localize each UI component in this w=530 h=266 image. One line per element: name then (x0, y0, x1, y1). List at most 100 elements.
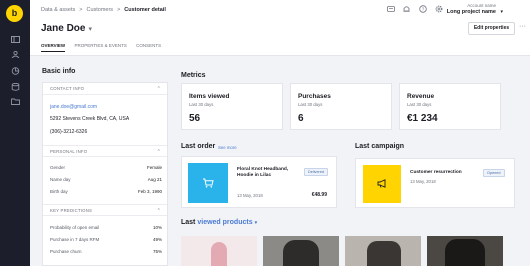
edit-properties-button[interactable]: Edit properties (468, 22, 515, 35)
metric-period: Last 30 days (189, 102, 214, 107)
chart-icon[interactable] (9, 67, 21, 76)
app-logo[interactable]: b (6, 5, 23, 22)
see-more-link[interactable]: See more (218, 145, 237, 150)
section-title-last-campaign: Last campaign (355, 143, 405, 150)
product-photo (283, 240, 319, 266)
tab-consents[interactable]: CONSENTS (136, 43, 161, 51)
info-row: Birth day Feb 3, 1990 (50, 189, 162, 194)
section-label: KEY PREDICTIONS (50, 208, 93, 213)
section-title-last-viewed[interactable]: Last viewed products ▾ (181, 219, 257, 226)
product-photo (367, 241, 401, 266)
last-order-card[interactable]: Floral Knot Headband, Hoodie in Lilac De… (181, 156, 337, 208)
metric-period: Last 30 days (407, 102, 432, 107)
product-photo (445, 239, 485, 266)
prediction-row: Purchase churn 75% (50, 249, 162, 254)
chevron-down-icon[interactable]: ▾ (500, 9, 503, 15)
order-date: 13 May, 2018 (237, 193, 263, 198)
folder-icon[interactable] (9, 98, 21, 107)
megaphone-icon (363, 165, 401, 203)
section-title-basic-info: Basic info (42, 68, 76, 75)
metric-label: Items viewed (189, 93, 230, 100)
metric-label: Purchases (298, 93, 331, 100)
info-row: Gender Female (50, 165, 162, 170)
chevron-down-icon[interactable]: ▾ (255, 220, 258, 226)
prediction-row: Purchase in 7 days RFM 49% (50, 237, 162, 242)
breadcrumb-item[interactable]: Data & assets (41, 7, 75, 13)
product-thumbnail[interactable] (427, 236, 503, 266)
section-title-last-order: Last order (181, 143, 216, 150)
database-icon[interactable] (9, 82, 21, 92)
shopping-cart-icon (188, 163, 228, 203)
tab-overview[interactable]: OVERVIEW (41, 43, 66, 52)
bell-icon[interactable] (402, 5, 412, 15)
users-icon[interactable] (9, 50, 21, 60)
breadcrumb-item[interactable]: Customers (86, 7, 113, 13)
status-badge: Delivered (304, 168, 329, 176)
metric-value: 6 (298, 113, 304, 124)
chevron-up-icon[interactable]: ⌃ (157, 205, 161, 217)
last-campaign-card[interactable]: Customer resurrection 13 May, 2018 Opene… (355, 158, 515, 208)
chevron-up-icon[interactable]: ⌃ (157, 146, 161, 158)
row-value: Aug 21 (147, 177, 162, 182)
row-value: 75% (152, 249, 162, 254)
campaign-date: 13 May, 2018 (410, 179, 436, 184)
email-link[interactable]: jane.doe@gmail.com (50, 104, 97, 110)
metric-card-purchases: Purchases Last 30 days 6 (290, 83, 392, 130)
row-key: Name day (50, 177, 71, 182)
chevron-up-icon[interactable]: ⌃ (157, 83, 161, 95)
page-header: Data & assets > Customers > Customer detail … (30, 0, 530, 56)
row-value: 49% (152, 237, 162, 242)
row-key: Birth day (50, 189, 68, 194)
row-key: Purchase in 7 days RFM (50, 237, 100, 242)
section-header-predictions[interactable]: KEY PREDICTIONS ⌃ (43, 204, 167, 216)
product-thumbnail[interactable] (345, 236, 421, 266)
sidebar: b (0, 0, 30, 266)
row-key: Gender (50, 165, 66, 170)
metric-card-revenue: Revenue Last 30 days €1 234 (399, 83, 501, 130)
section-title-metrics: Metrics (181, 72, 206, 79)
order-product-name: Floral Knot Headband, Hoodie in Lilac (237, 167, 289, 178)
breadcrumb: Data & assets > Customers > Customer detail (41, 7, 166, 13)
info-row: Name day Aug 21 (50, 177, 162, 182)
product-thumbnail[interactable] (181, 236, 257, 266)
metric-value: €1 234 (407, 113, 438, 124)
metric-period: Last 30 days (298, 102, 323, 107)
title-prefix: Last (181, 219, 196, 226)
section-header-personal[interactable]: PERSONAL INFO ⌃ (43, 145, 167, 157)
chat-icon[interactable] (386, 6, 396, 15)
account-switcher[interactable]: Account name Long project name (447, 3, 496, 15)
more-options-icon[interactable]: ··· (519, 23, 526, 30)
metric-card-items-viewed: Items viewed Last 30 days 56 (181, 83, 283, 130)
address-text: 5292 Stevens Creek Blvd, CA, USA (50, 116, 130, 122)
chevron-down-icon[interactable]: ▾ (88, 26, 92, 33)
campaign-name: Customer resurrection (410, 170, 462, 175)
phone-text: (306)-3212-6326 (50, 129, 88, 135)
breadcrumb-separator: > (79, 7, 83, 13)
status-badge: Opened (483, 169, 505, 177)
breadcrumb-separator: > (117, 7, 121, 13)
prediction-row: Probability of open email 10% (50, 225, 162, 230)
row-value: Female (146, 165, 162, 170)
customer-name: Jane Doe (41, 23, 86, 34)
section-label: PERSONAL INFO (50, 149, 88, 154)
row-key: Probability of open email (50, 225, 100, 230)
gear-icon[interactable] (434, 5, 444, 15)
help-icon[interactable]: ? (418, 5, 428, 15)
section-header-contact[interactable]: CONTACT INFO ⌃ (43, 83, 167, 95)
metric-label: Revenue (407, 93, 435, 100)
svg-text:?: ? (422, 7, 425, 12)
metric-value: 56 (189, 113, 201, 124)
product-thumbnail[interactable] (263, 236, 339, 266)
tab-properties-events[interactable]: PROPERTIES & EVENTS (74, 43, 126, 51)
layout-icon[interactable] (9, 36, 21, 45)
tab-bar: OVERVIEW PROPERTIES & EVENTS CONSENTS (41, 43, 169, 52)
row-value: 10% (152, 225, 162, 230)
row-key: Purchase churn (50, 249, 82, 254)
product-photo (211, 242, 227, 266)
section-label: CONTACT INFO (50, 86, 85, 91)
row-value: Feb 3, 1990 (137, 189, 162, 194)
order-price: €48.99 (311, 192, 327, 198)
page-title[interactable]: Jane Doe ▾ (41, 23, 92, 34)
account-label: Account name (467, 3, 496, 8)
breadcrumb-current: Customer detail (124, 7, 166, 13)
